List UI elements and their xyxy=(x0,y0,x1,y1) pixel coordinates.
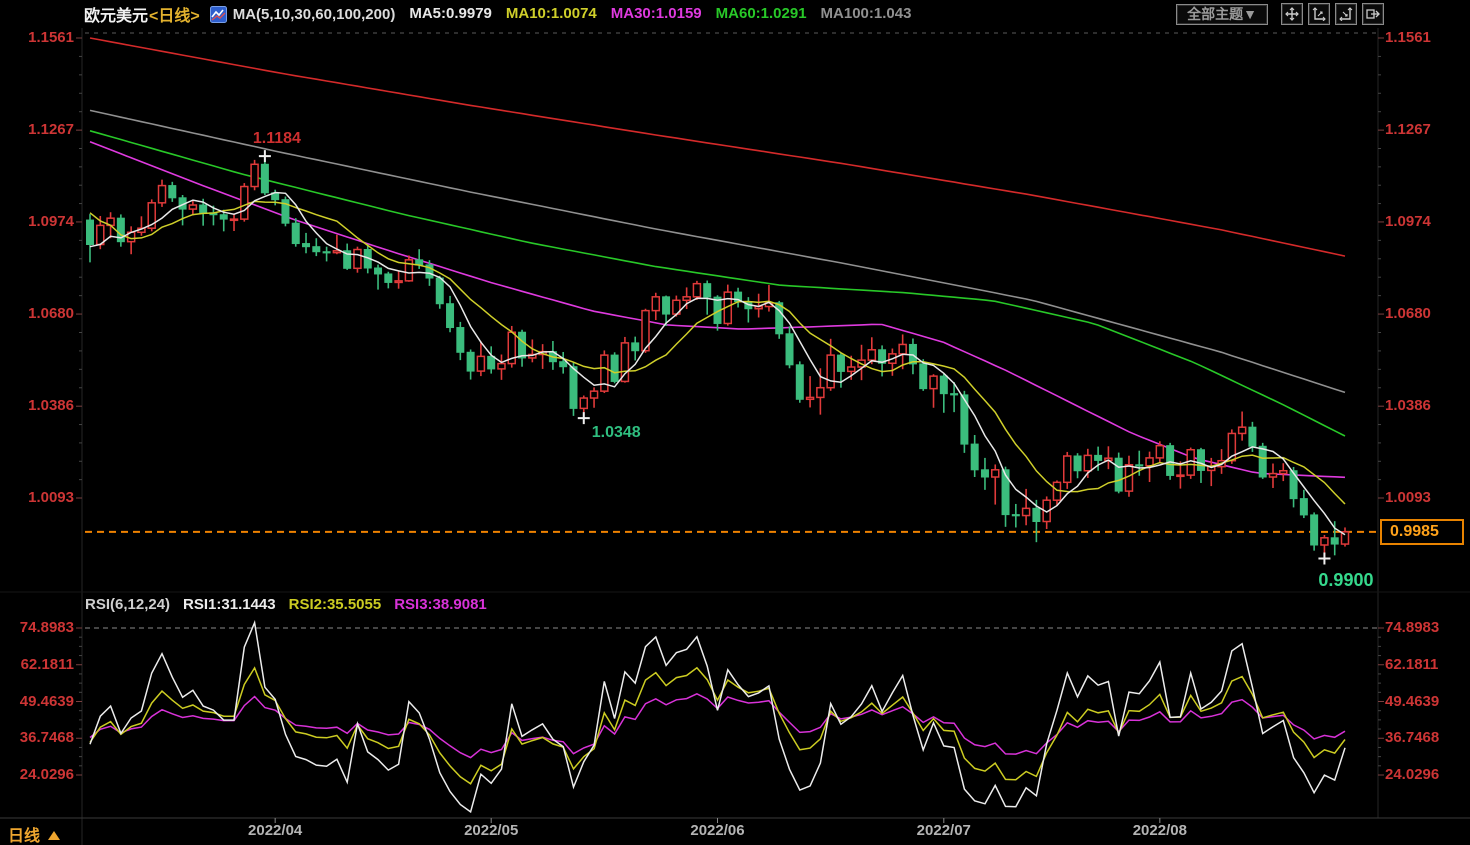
left-axis-scale-icon[interactable] xyxy=(1308,3,1330,25)
rsi-legend-item: RSI2:35.5055 xyxy=(288,596,382,613)
toolbar-right: 全部主题▼ xyxy=(1176,3,1470,25)
theme-selector-button[interactable]: 全部主题▼ xyxy=(1176,3,1268,25)
trading-chart-window: 1.1561 1.1561 1.1267 1.1267 1.0974 1.0974 1.06… xyxy=(0,0,1470,845)
symbol-title: 欧元美元 xyxy=(84,8,149,25)
ma-legend-item: MA30:1.0159 xyxy=(610,5,702,22)
ma-legend-item: MA10:1.0074 xyxy=(505,5,597,22)
rsi-legend-item: RSI1:31.1443 xyxy=(183,596,276,613)
ma-legend: MA5:0.9979 MA10:1.0074 MA30:1.0159 MA60:1.0… xyxy=(395,5,911,23)
toolbar: 欧元美元 <日线> MA(5,10,30,60,100,200) MA5:0.9… xyxy=(0,0,1470,28)
pan-crosshair-icon[interactable] xyxy=(1281,3,1303,25)
period-selector-label: 日线 xyxy=(8,828,41,845)
chart-canvas[interactable] xyxy=(0,0,1470,845)
pane-export-icon[interactable] xyxy=(1362,3,1384,25)
time-axis-bar: 日线 xyxy=(0,819,1470,845)
period-selector[interactable]: 日线 xyxy=(8,822,61,845)
rsi-group-label: RSI(6,12,24) xyxy=(85,596,171,613)
rsi-header: RSI(6,12,24) RSI1:31.1443 RSI2:35.5055 RSI… xyxy=(85,596,487,614)
chart-type-icon[interactable] xyxy=(209,5,227,23)
ma-legend-item: MA60:1.0291 xyxy=(715,5,807,22)
right-axis-scale-icon[interactable] xyxy=(1335,3,1357,25)
ma-group-label: MA(5,10,30,60,100,200) xyxy=(232,5,396,23)
ma-legend-item: MA5:0.9979 xyxy=(409,5,492,22)
rsi-legend: RSI1:31.1443 RSI2:35.5055 RSI3:38.9081 xyxy=(170,596,487,614)
triangle-up-icon xyxy=(48,830,61,840)
ma-legend-item: MA100:1.043 xyxy=(820,5,912,22)
period-tag[interactable]: <日线> xyxy=(149,2,200,26)
rsi-legend-item: RSI3:38.9081 xyxy=(394,596,487,613)
